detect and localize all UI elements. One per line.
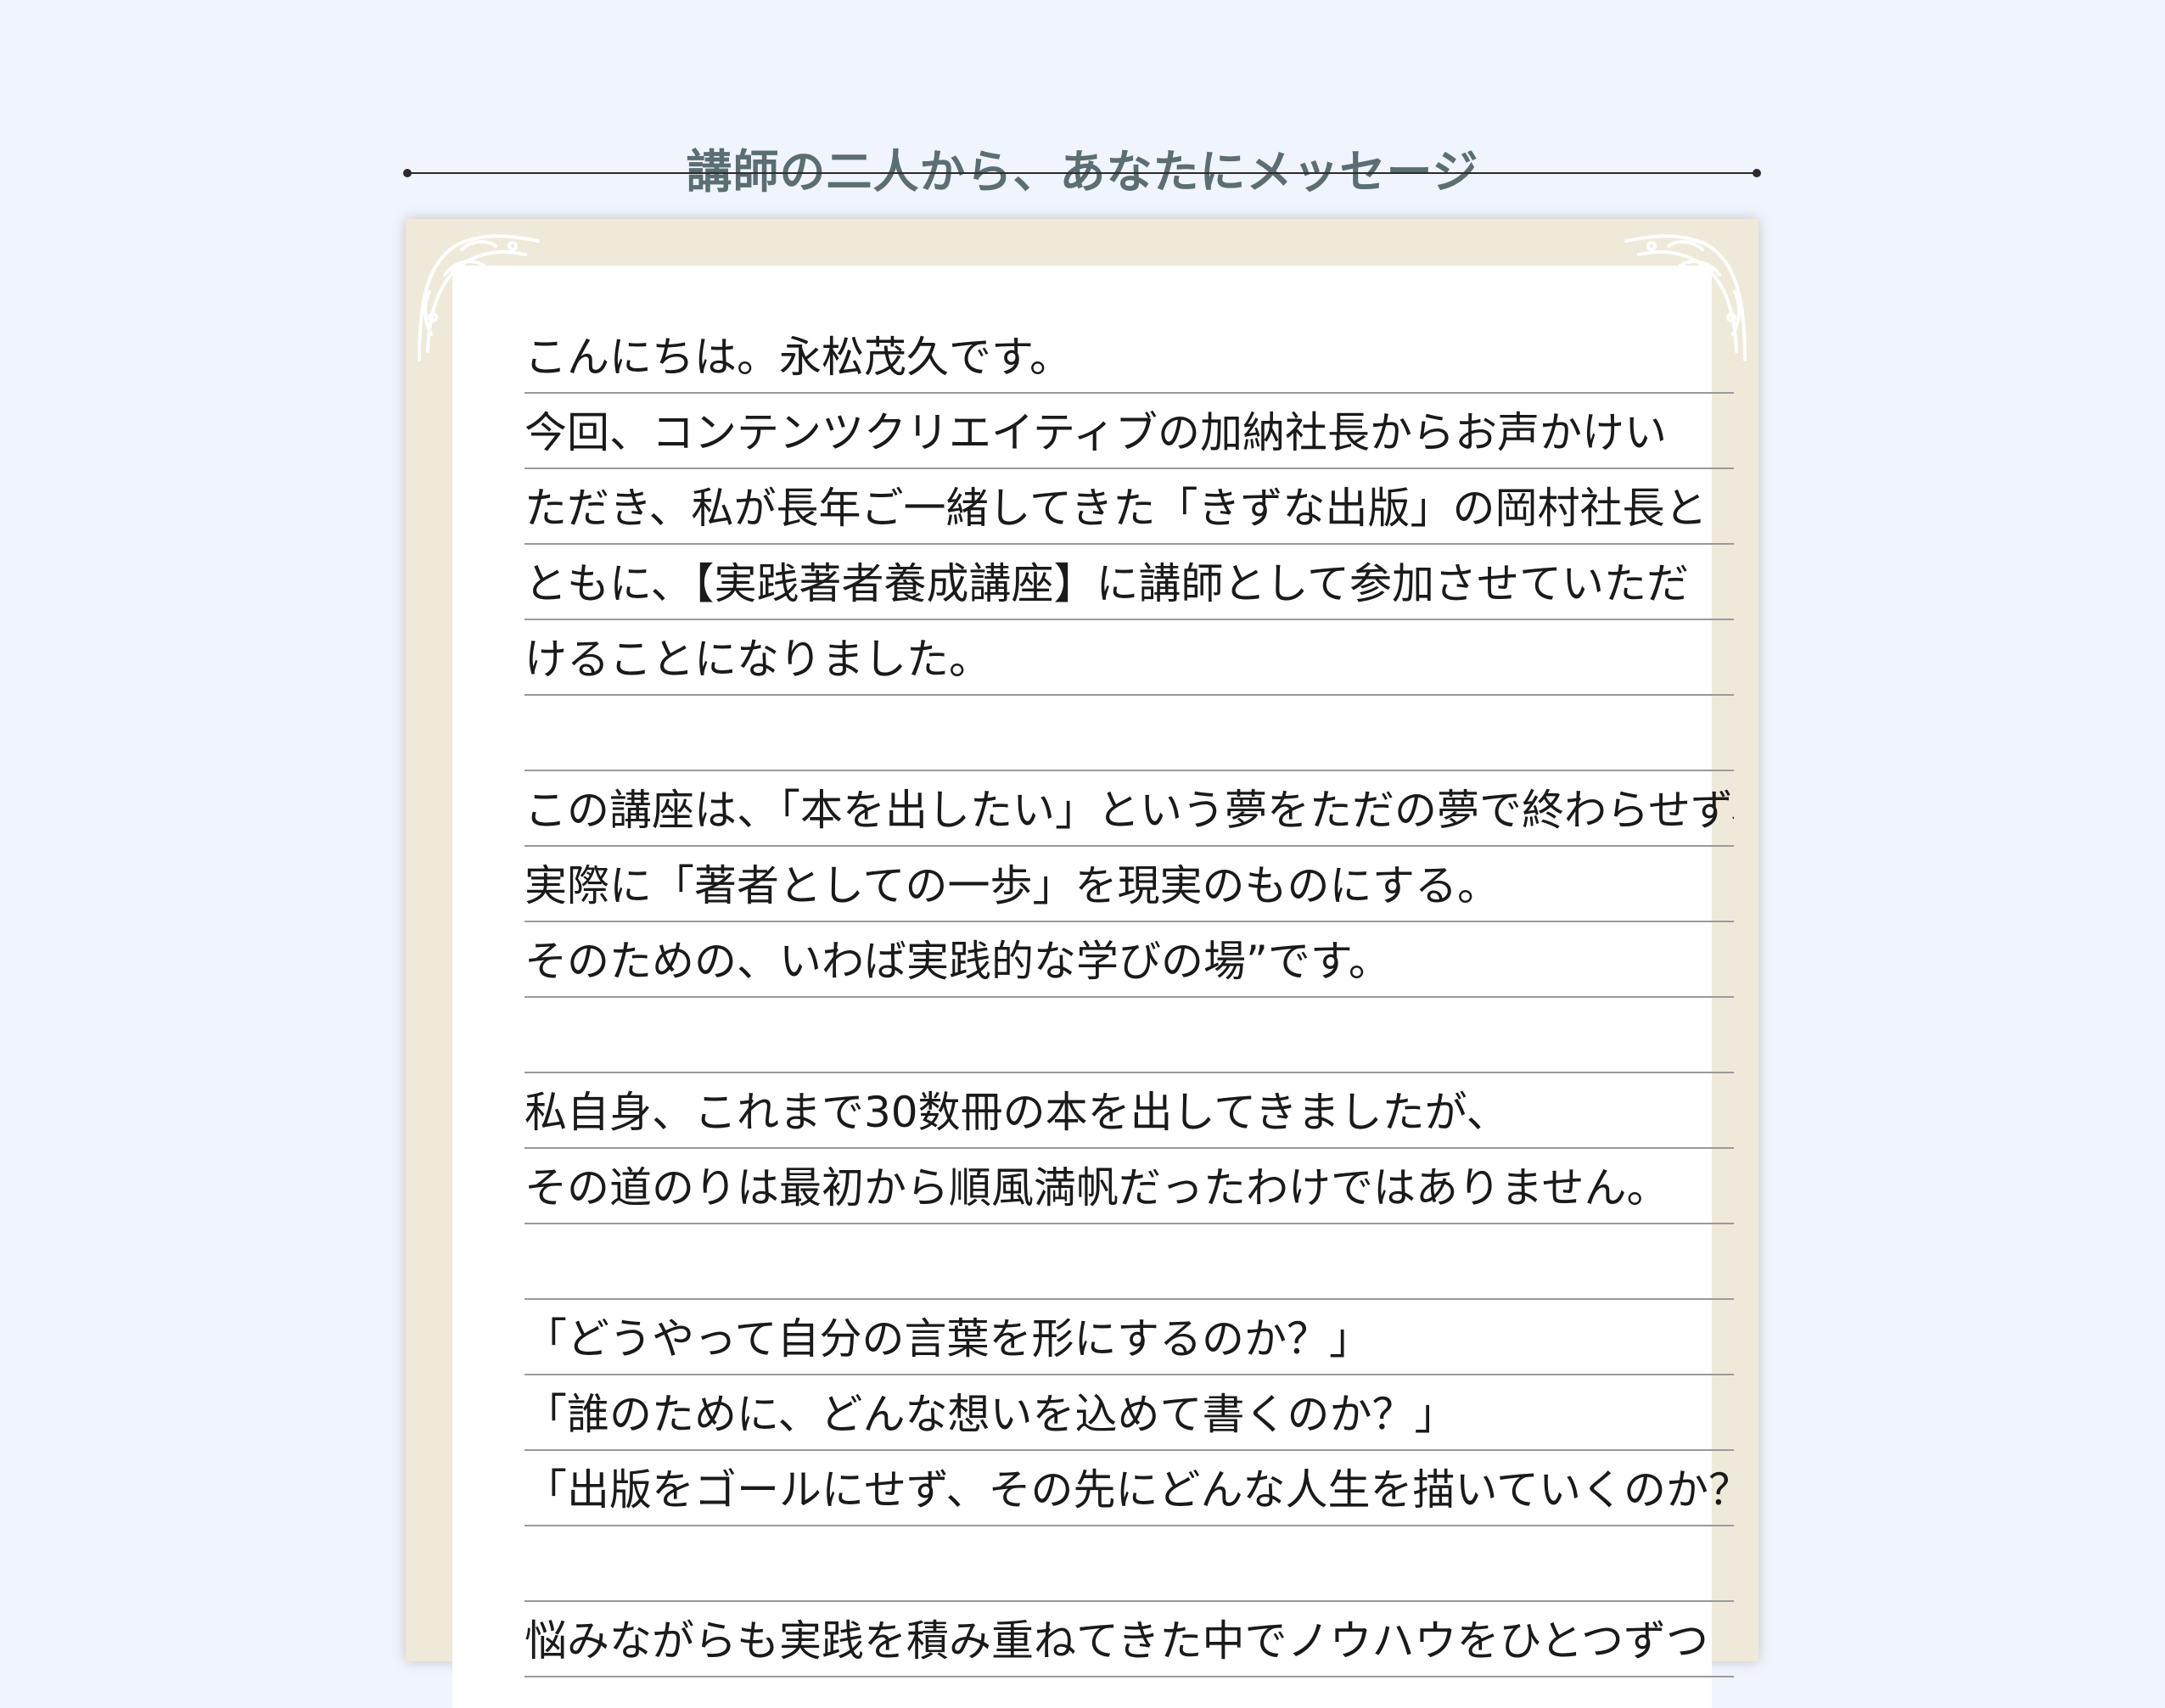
message-line: 私自身、これまで30数冊の本を出してきましたが、 (524, 1073, 1734, 1149)
message-line: 「出版をゴールにせず、その先にどんな人生を描いていくのか？」 (524, 1451, 1734, 1526)
message-line: そのための、いわば実践的な学びの場”です。 (524, 922, 1734, 998)
message-line-blank (524, 1526, 1734, 1602)
message-line-blank (524, 998, 1734, 1073)
divider-dot-right (1753, 169, 1761, 177)
message-line: ともに、【実践著者養成講座】に講師として参加させていただ (524, 545, 1734, 620)
title-divider (403, 169, 1761, 177)
message-line: その道のりは最初から順風満帆だったわけではありません。 (524, 1149, 1734, 1224)
message-line: この講座は、「本を出したい」という夢をただの夢で終わらせず、 (524, 771, 1734, 847)
message-line: 今回、コンテンツクリエイティブの加納社長からお声かけい (524, 394, 1734, 469)
divider-dot-left (403, 169, 412, 177)
message-line-blank (524, 696, 1734, 771)
message-card: こんにちは。永松茂久です。 今回、コンテンツクリエイティブの加納社長からお声かけ… (406, 219, 1758, 1708)
message-line-blank (524, 1224, 1734, 1300)
message-line: 「誰のために、どんな想いを込めて書くのか？」 (524, 1375, 1734, 1451)
message-line: けることになりました。 (524, 620, 1734, 696)
message-line: 「どうやって自分の言葉を形にするのか？」 (524, 1300, 1734, 1375)
message-line: 実際に「著者としての一歩」を現実のものにする。 (524, 847, 1734, 922)
message-line: ただき、私が長年ご一緒してきた「きずな出版」の岡村社長と (524, 469, 1734, 545)
message-line: こんにちは。永松茂久です。 (524, 318, 1734, 394)
message-lines: こんにちは。永松茂久です。 今回、コンテンツクリエイティブの加納社長からお声かけ… (524, 318, 1734, 1677)
message-paper: こんにちは。永松茂久です。 今回、コンテンツクリエイティブの加納社長からお声かけ… (452, 266, 1734, 1708)
message-line: 悩みながらも実践を積み重ねてきた中でノウハウをひとつずつ (524, 1602, 1734, 1677)
